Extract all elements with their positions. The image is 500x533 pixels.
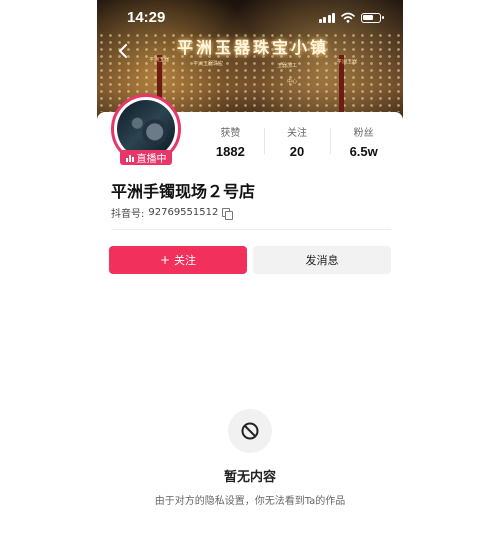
live-badge-label: 直播中	[136, 154, 167, 165]
account-id-row[interactable]: 抖音号: 92769551512	[111, 205, 234, 220]
status-bar: 14:29	[97, 0, 403, 38]
follow-button[interactable]: + 关注	[109, 246, 247, 274]
stat-followers[interactable]: 粉丝 6.5w	[330, 124, 397, 159]
divider	[111, 229, 391, 230]
stat-label: 关注	[287, 128, 307, 139]
follow-button-label: 关注	[174, 254, 197, 267]
stat-label: 获赞	[220, 128, 241, 139]
status-icons	[318, 12, 384, 23]
stat-value: 6.5w	[349, 144, 378, 159]
message-button-label: 发消息	[305, 254, 339, 267]
stat-likes[interactable]: 获赞 1882	[197, 124, 264, 159]
plus-icon: +	[159, 253, 171, 267]
signal-icon	[318, 12, 335, 23]
battery-icon	[361, 12, 384, 23]
no-entry-icon	[228, 409, 272, 453]
stat-label: 粉丝	[353, 128, 374, 139]
status-time: 14:29	[127, 9, 166, 26]
wifi-icon	[341, 12, 355, 23]
stat-value: 1882	[215, 144, 245, 159]
phone-screen: 平洲玉器珠宝小镇 平洲玉器 平洲玉器珠宝 玉器加工 平洲玉器 中心 14:29	[97, 0, 403, 533]
live-icon	[125, 154, 134, 162]
message-button[interactable]: 发消息	[253, 246, 391, 274]
banner-small-text: 中心	[287, 79, 298, 85]
stat-value: 20	[289, 144, 305, 159]
account-id-value: 92769551512	[148, 207, 219, 218]
profile-stats: 获赞 1882 关注 20 粉丝 6.5w	[197, 124, 397, 159]
banner-small-text: 玉器加工	[277, 63, 298, 69]
empty-state-description: 由于对方的隐私设置，你无法看到Ta的作品	[154, 496, 346, 507]
copy-icon[interactable]	[222, 207, 234, 220]
live-badge[interactable]: 直播中	[120, 150, 172, 165]
banner-small-text: 平洲玉器	[337, 59, 358, 65]
banner-small-text: 平洲玉器珠宝	[193, 61, 224, 67]
empty-state-title: 暂无内容	[223, 470, 276, 485]
account-id-label: 抖音号:	[111, 209, 145, 220]
profile-name: 平洲手镯现场２号店	[111, 182, 256, 201]
banner-small-text: 平洲玉器	[149, 57, 170, 63]
stat-following[interactable]: 关注 20	[263, 124, 331, 159]
back-icon[interactable]	[117, 44, 129, 58]
